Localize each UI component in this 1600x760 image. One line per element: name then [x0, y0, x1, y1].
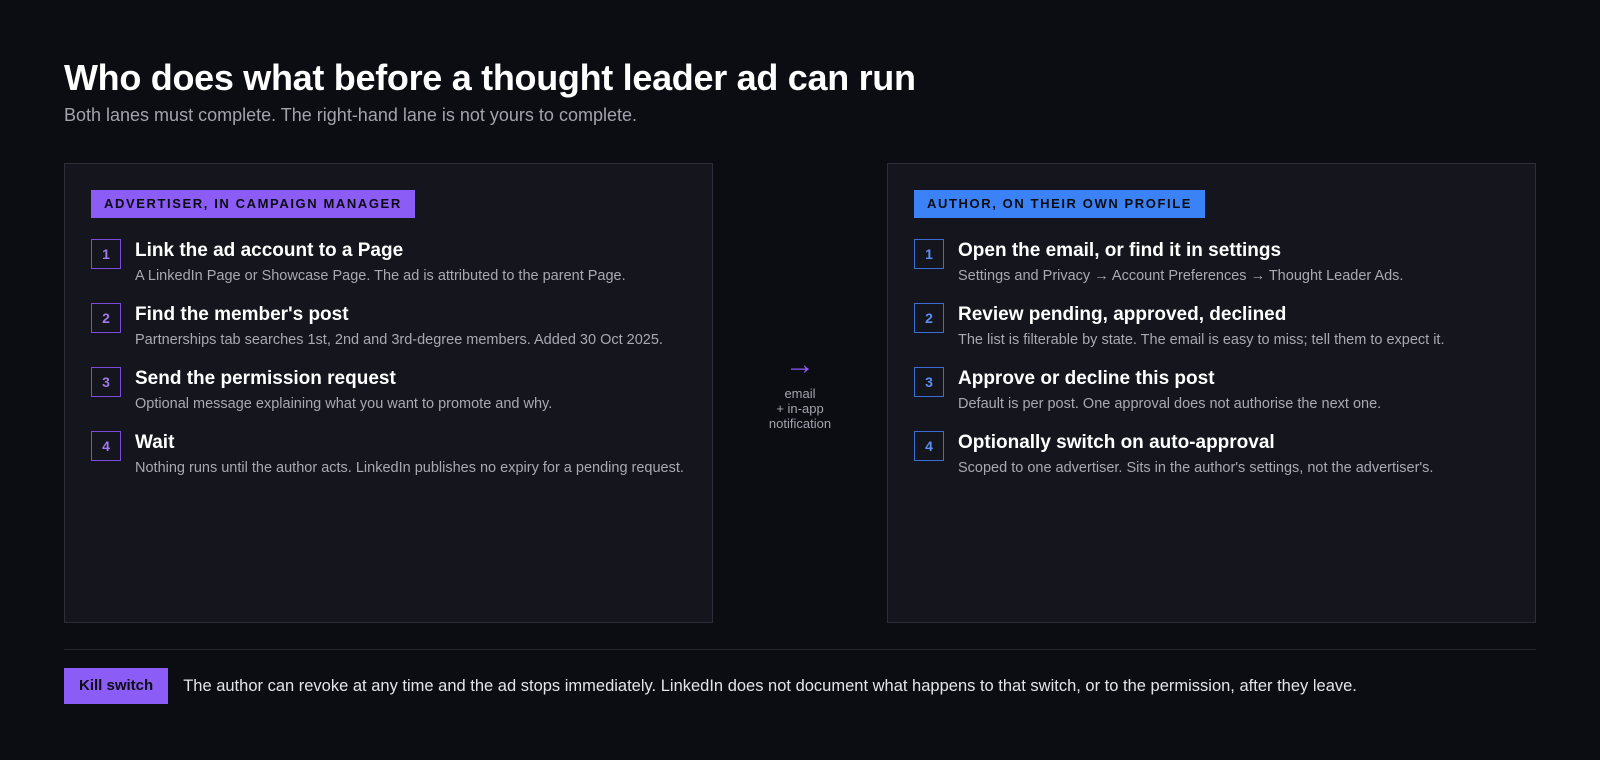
- step-number: 1: [914, 239, 944, 269]
- step-number: 2: [91, 303, 121, 333]
- step-title: Approve or decline this post: [958, 368, 1215, 389]
- connector-label-line: + in-app: [776, 401, 824, 416]
- step-title: Link the ad account to a Page: [135, 240, 404, 261]
- connector-label-line: email: [784, 386, 816, 401]
- step-number: 3: [914, 367, 944, 397]
- step-item: 4 Optionally switch on auto-approval Sco…: [914, 431, 1509, 481]
- step-description: Optional message explaining what you wan…: [135, 396, 553, 412]
- step-item: 1 Open the email, or find it in settings…: [914, 239, 1509, 289]
- step-description: Partnerships tab searches 1st, 2nd and 3…: [135, 332, 663, 348]
- author-steps: 1 Open the email, or find it in settings…: [914, 239, 1509, 495]
- step-description: Nothing runs until the author acts. Link…: [135, 460, 684, 476]
- step-number: 4: [914, 431, 944, 461]
- step-item: 3 Approve or decline this post Default i…: [914, 367, 1509, 417]
- step-item: 2 Review pending, approved, declined The…: [914, 303, 1509, 353]
- author-lane: AUTHOR, ON THEIR OWN PROFILE 1 Open the …: [887, 163, 1536, 623]
- step-number: 1: [91, 239, 121, 269]
- advertiser-steps: 1 Link the ad account to a Page A Linked…: [91, 239, 686, 495]
- header: Who does what before a thought leader ad…: [64, 58, 916, 126]
- arrow-right-icon: →: [785, 348, 815, 381]
- page-subtitle: Both lanes must complete. The right-hand…: [64, 105, 637, 125]
- step-description: Default is per post. One approval does n…: [958, 396, 1382, 412]
- step-description: The list is filterable by state. The ema…: [958, 332, 1445, 348]
- lane-tag-author: AUTHOR, ON THEIR OWN PROFILE: [914, 190, 1206, 218]
- step-number: 3: [91, 367, 121, 397]
- step-number: 4: [91, 431, 121, 461]
- step-title: Find the member's post: [135, 304, 349, 325]
- connector-label: email + in-app notification: [713, 386, 887, 431]
- step-title: Wait: [135, 432, 175, 453]
- step-title: Review pending, approved, declined: [958, 304, 1287, 325]
- kill-switch-text: The author can revoke at any time and th…: [183, 676, 1357, 695]
- page-title: Who does what before a thought leader ad…: [64, 57, 916, 98]
- step-item: 3 Send the permission request Optional m…: [91, 367, 686, 417]
- step-item: 2 Find the member's post Partnerships ta…: [91, 303, 686, 353]
- step-title: Optionally switch on auto-approval: [958, 432, 1275, 453]
- step-item: 4 Wait Nothing runs until the author act…: [91, 431, 686, 481]
- divider: [64, 649, 1536, 650]
- kill-switch-badge: Kill switch: [64, 668, 169, 704]
- step-number: 2: [914, 303, 944, 333]
- step-description: Scoped to one advertiser. Sits in the au…: [958, 460, 1434, 476]
- step-item: 1 Link the ad account to a Page A Linked…: [91, 239, 686, 289]
- step-title: Open the email, or find it in settings: [958, 240, 1282, 261]
- advertiser-lane: ADVERTISER, IN CAMPAIGN MANAGER 1 Link t…: [64, 163, 713, 623]
- step-description: A LinkedIn Page or Showcase Page. The ad…: [135, 268, 626, 284]
- connector-label-line: notification: [768, 416, 832, 431]
- lane-tag-advertiser: ADVERTISER, IN CAMPAIGN MANAGER: [91, 190, 415, 218]
- notification-connector: → email + in-app notification: [713, 348, 887, 432]
- step-description: Settings and Privacy → Account Preferenc…: [958, 268, 1404, 284]
- step-title: Send the permission request: [135, 368, 396, 389]
- kill-switch-note: Kill switch The author can revoke at any…: [64, 668, 1357, 704]
